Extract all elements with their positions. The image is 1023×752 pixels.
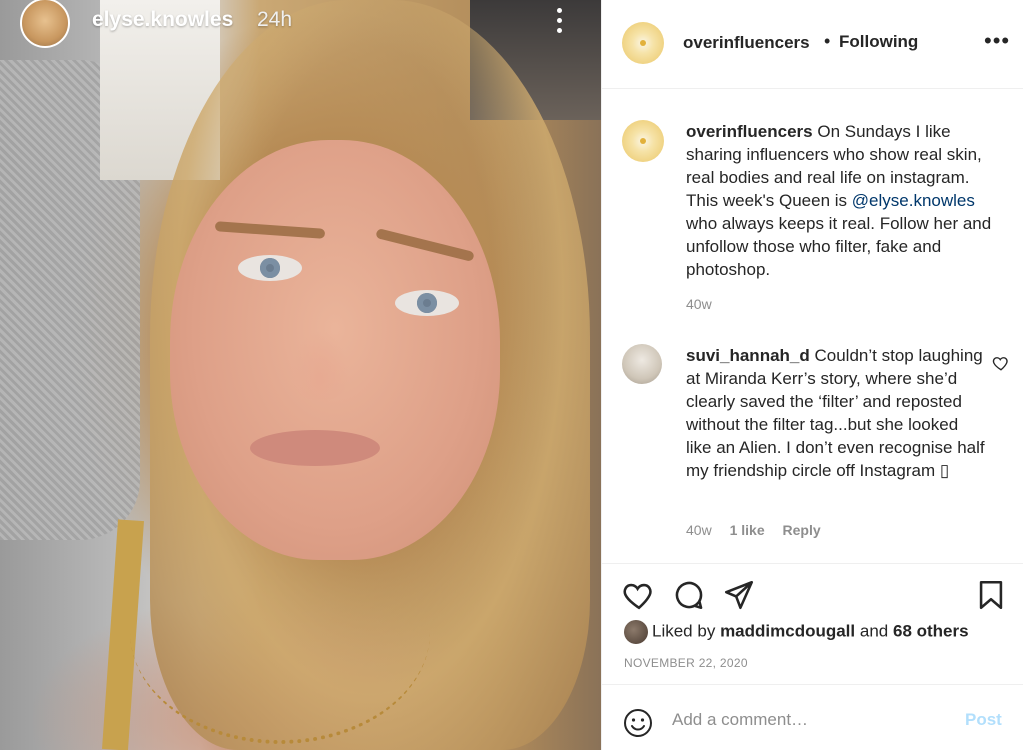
caption-username[interactable]: overinfluencers — [686, 122, 813, 141]
comment-timestamp: 40w — [686, 522, 712, 538]
comment-emoji-icon: ▯ — [939, 461, 950, 480]
photo-lips — [250, 430, 380, 466]
story-timestamp: 24h — [257, 8, 293, 31]
more-vertical-icon[interactable] — [557, 8, 565, 36]
liked-by-prefix: Liked by — [652, 621, 716, 641]
post-sidebar: overinfluencers • Following ••• overinfl… — [601, 0, 1023, 750]
comment-username[interactable]: suvi_hannah_d — [686, 346, 810, 365]
paper-plane-icon[interactable] — [722, 578, 756, 612]
bookmark-icon[interactable] — [974, 578, 1008, 612]
following-button[interactable]: Following — [839, 32, 918, 52]
add-comment-input[interactable]: Add a comment… — [672, 710, 808, 730]
liker-username[interactable]: maddimcdougall — [720, 621, 855, 640]
liked-by-others[interactable]: 68 others — [893, 621, 969, 640]
photo-necklace — [130, 520, 430, 744]
liked-by-and: and — [859, 621, 889, 641]
comment-text: suvi_hannah_d Couldn’t stop laughing at … — [686, 344, 986, 482]
add-comment-bar: Add a comment… Post — [602, 684, 1023, 752]
photo-nose — [290, 330, 350, 400]
caption-mention-link[interactable]: @elyse.knowles — [852, 191, 975, 210]
caption-text: overinfluencers On Sundays I like sharin… — [686, 120, 1006, 281]
caption-avatar[interactable] — [622, 120, 664, 162]
post-actions: Liked by maddimcdougall and 68 others NO… — [602, 563, 1023, 751]
comment-body: Couldn’t stop laughing at Miranda Kerr’s… — [686, 346, 985, 480]
post-photo[interactable]: elyse.knowles 24h — [0, 0, 601, 750]
liker-avatar[interactable] — [624, 620, 648, 644]
heart-outline-icon[interactable] — [992, 354, 1010, 372]
liked-by: Liked by maddimcdougall and 68 others — [624, 620, 969, 644]
comment-bubble-icon[interactable] — [672, 578, 706, 612]
post-button[interactable]: Post — [965, 710, 1002, 730]
comment-meta: 40w 1 like Reply — [686, 522, 835, 538]
comment-likes[interactable]: 1 like — [730, 522, 765, 538]
photo-right-eye — [395, 290, 459, 316]
comment-avatar[interactable] — [622, 344, 662, 384]
story-avatar[interactable] — [20, 0, 70, 48]
story-username[interactable]: elyse.knowles — [92, 8, 233, 32]
photo-left-eye — [238, 255, 302, 281]
caption-body-end: who always keeps it real. Follow her and… — [686, 214, 992, 279]
author-username[interactable]: overinfluencers — [683, 33, 810, 53]
more-horizontal-icon[interactable]: ••• — [984, 30, 1010, 52]
story-header: elyse.knowles 24h — [0, 0, 601, 48]
comment-reply-button[interactable]: Reply — [783, 522, 821, 538]
author-avatar[interactable] — [622, 22, 664, 64]
smiley-icon[interactable] — [622, 707, 654, 739]
caption-timestamp: 40w — [686, 296, 712, 312]
heart-outline-icon[interactable] — [622, 578, 656, 612]
post-header: overinfluencers • Following ••• — [602, 0, 1023, 89]
header-separator: • — [824, 31, 831, 51]
post-date[interactable]: NOVEMBER 22, 2020 — [624, 656, 748, 670]
